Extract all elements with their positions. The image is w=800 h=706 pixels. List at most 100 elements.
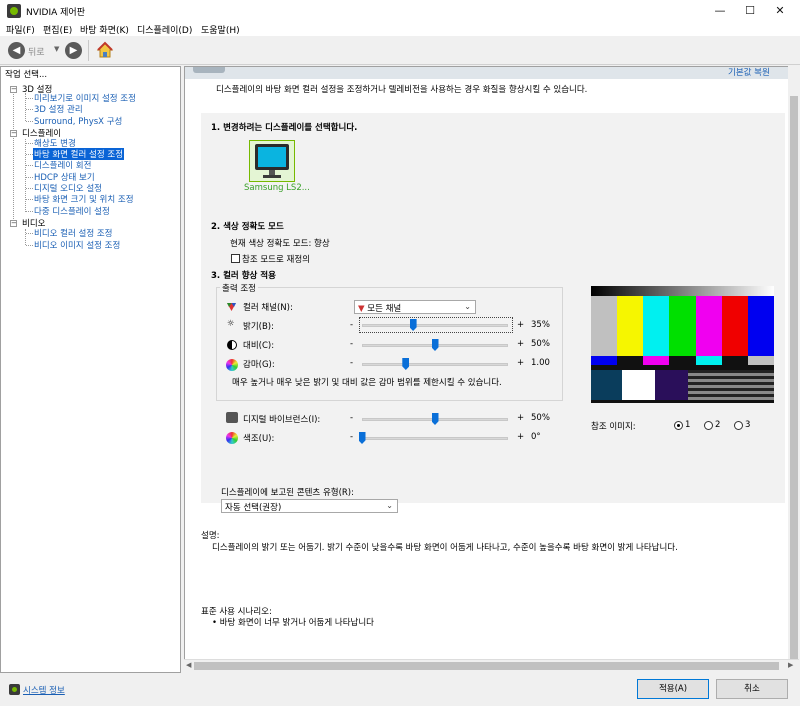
tree-connector — [26, 109, 33, 110]
pattern-block — [622, 370, 655, 400]
tree-line — [25, 229, 26, 245]
pattern-block — [591, 370, 622, 400]
description-text: 디스플레이의 밝기 또는 어둡기. 밝기 수준이 낮을수록 바탕 화면이 어둡게… — [212, 543, 678, 553]
contrast-value: 50% — [531, 339, 550, 349]
tree-item-video-image[interactable]: 비디오 이미지 설정 조정 — [34, 239, 120, 251]
channel-select[interactable]: ▼ 모든 채널 ⌄ — [354, 300, 476, 314]
scroll-left-icon[interactable]: ◀ — [186, 661, 191, 669]
tree-item-surround-physx[interactable]: Surround, PhysX 구성 — [34, 115, 122, 127]
collapse-display-icon[interactable]: − — [10, 130, 17, 137]
menu-help[interactable]: 도움말(H) — [201, 23, 240, 36]
tree-line — [25, 139, 26, 212]
chevron-down-icon[interactable]: ▼ — [54, 45, 59, 53]
tree-item-manage-3d[interactable]: 3D 설정 관리 — [34, 103, 83, 115]
reference-mode-checkbox[interactable] — [231, 254, 240, 263]
contrast-label: 대비(C): — [243, 341, 275, 351]
channel-select-value: 모든 채널 — [367, 304, 402, 314]
tree-connector — [26, 121, 33, 122]
title-bar: NVIDIA 제어판 — ☐ ✕ — [0, 0, 800, 22]
restore-defaults-link[interactable]: 기본값 복원 — [728, 67, 770, 78]
brightness-value: 35% — [531, 320, 550, 330]
header-strip — [185, 67, 788, 79]
tree-connector — [26, 233, 33, 234]
brightness-icon: ☼ — [227, 319, 235, 329]
usage-item: • 바탕 화면이 너무 밝거나 어둡게 나타납니다 — [212, 618, 374, 628]
toolbar-divider — [88, 40, 89, 61]
vibrance-minus: - — [350, 413, 354, 423]
tree-connector — [26, 143, 33, 144]
contrast-plus: + — [517, 339, 525, 349]
menu-file[interactable]: 파일(F) — [6, 23, 35, 36]
settings-panel: 기본값 복원 디스플레이의 바탕 화면 컬러 설정을 조정하거나 텔레비전을 사… — [184, 66, 788, 659]
tree-item-desktop-size[interactable]: 바탕 화면 크기 및 위치 조정 — [34, 193, 134, 205]
gamma-minus: - — [350, 358, 354, 368]
task-tree-header: 작업 선택... — [5, 70, 48, 80]
tree-connector — [26, 98, 33, 99]
mini-bars — [591, 356, 774, 365]
vibrance-icon — [226, 412, 238, 423]
pattern-block — [655, 370, 688, 400]
contrast-icon — [227, 340, 237, 350]
home-icon[interactable] — [96, 41, 114, 59]
monitor-icon — [255, 144, 289, 178]
tree-item-rotate[interactable]: 디스플레이 회전 — [34, 159, 91, 171]
reference-radio-1-label[interactable]: 1 — [685, 420, 690, 430]
menu-edit[interactable]: 편집(E) — [43, 23, 72, 36]
content-type-select[interactable]: 자동 선택(권장) ⌄ — [221, 499, 398, 513]
hue-slider[interactable] — [362, 437, 508, 440]
reference-mode-label[interactable]: 참조 모드로 재정의 — [242, 253, 310, 265]
chevron-down-icon: ⌄ — [386, 501, 393, 510]
display-name[interactable]: Samsung LS2... — [244, 183, 310, 193]
tree-connector — [26, 211, 33, 212]
contrast-minus: - — [350, 339, 354, 349]
reference-test-pattern — [591, 286, 774, 403]
system-info-icon[interactable] — [9, 684, 20, 695]
reference-image-label: 참조 이미지: — [591, 422, 636, 432]
current-mode-text: 현재 색상 정확도 모드: 향상 — [230, 239, 330, 249]
scroll-right-icon[interactable]: ▶ — [788, 661, 793, 669]
menu-display[interactable]: 디스플레이(D) — [137, 23, 192, 36]
gamma-value: 1.00 — [531, 358, 550, 368]
system-info-link[interactable]: 시스템 정보 — [23, 684, 65, 696]
tree-connector — [26, 165, 33, 166]
reference-radio-1[interactable] — [674, 421, 683, 430]
reference-radio-3[interactable] — [734, 421, 743, 430]
tree-connector — [26, 199, 33, 200]
tree-connector — [26, 154, 33, 155]
gradient-bar — [591, 286, 774, 296]
menu-desktop[interactable]: 바탕 화면(K) — [80, 23, 129, 36]
vibrance-plus: + — [517, 413, 525, 423]
reference-radio-3-label[interactable]: 3 — [745, 420, 750, 430]
reference-radio-2-label[interactable]: 2 — [715, 420, 720, 430]
reference-radio-2[interactable] — [704, 421, 713, 430]
tree-item-video-color[interactable]: 비디오 컬러 설정 조정 — [34, 227, 113, 239]
tree-item-multi-display[interactable]: 다중 디스플레이 설정 — [34, 205, 110, 217]
collapse-video-icon[interactable]: − — [10, 220, 17, 227]
back-label[interactable]: 뒤로 — [28, 45, 45, 58]
brightness-plus: + — [517, 320, 525, 330]
arrow-right-icon[interactable]: ▶ — [65, 42, 82, 59]
hue-value: 0° — [531, 432, 541, 442]
close-button[interactable]: ✕ — [760, 0, 800, 22]
horizontal-scroll-thumb[interactable] — [194, 662, 779, 670]
gamma-slider[interactable] — [362, 363, 508, 366]
output-group-label: 출력 조정 — [220, 282, 258, 294]
hue-minus: - — [350, 432, 354, 442]
channel-label: 컬러 채널(N): — [243, 303, 293, 313]
tree-line — [13, 89, 14, 225]
content-type-label: 디스플레이에 보고된 콘텐츠 유형(R): — [221, 488, 354, 498]
window-title: NVIDIA 제어판 — [26, 8, 85, 18]
display-tile[interactable] — [249, 140, 295, 182]
tree-connector — [26, 177, 33, 178]
arrow-left-icon[interactable]: ◀ — [8, 42, 25, 59]
hue-label: 색조(U): — [243, 434, 275, 444]
gamma-plus: + — [517, 358, 525, 368]
brightness-slider[interactable] — [362, 324, 508, 327]
nvidia-logo-icon — [7, 4, 21, 18]
step3-title: 3. 컬러 향상 적용 — [211, 271, 276, 281]
apply-button[interactable]: 적용(A) — [637, 679, 709, 699]
gamma-label: 감마(G): — [243, 360, 275, 370]
collapse-3d-icon[interactable]: − — [10, 86, 17, 93]
cancel-button[interactable]: 취소 — [716, 679, 788, 699]
vertical-scroll-thumb[interactable] — [790, 96, 798, 659]
